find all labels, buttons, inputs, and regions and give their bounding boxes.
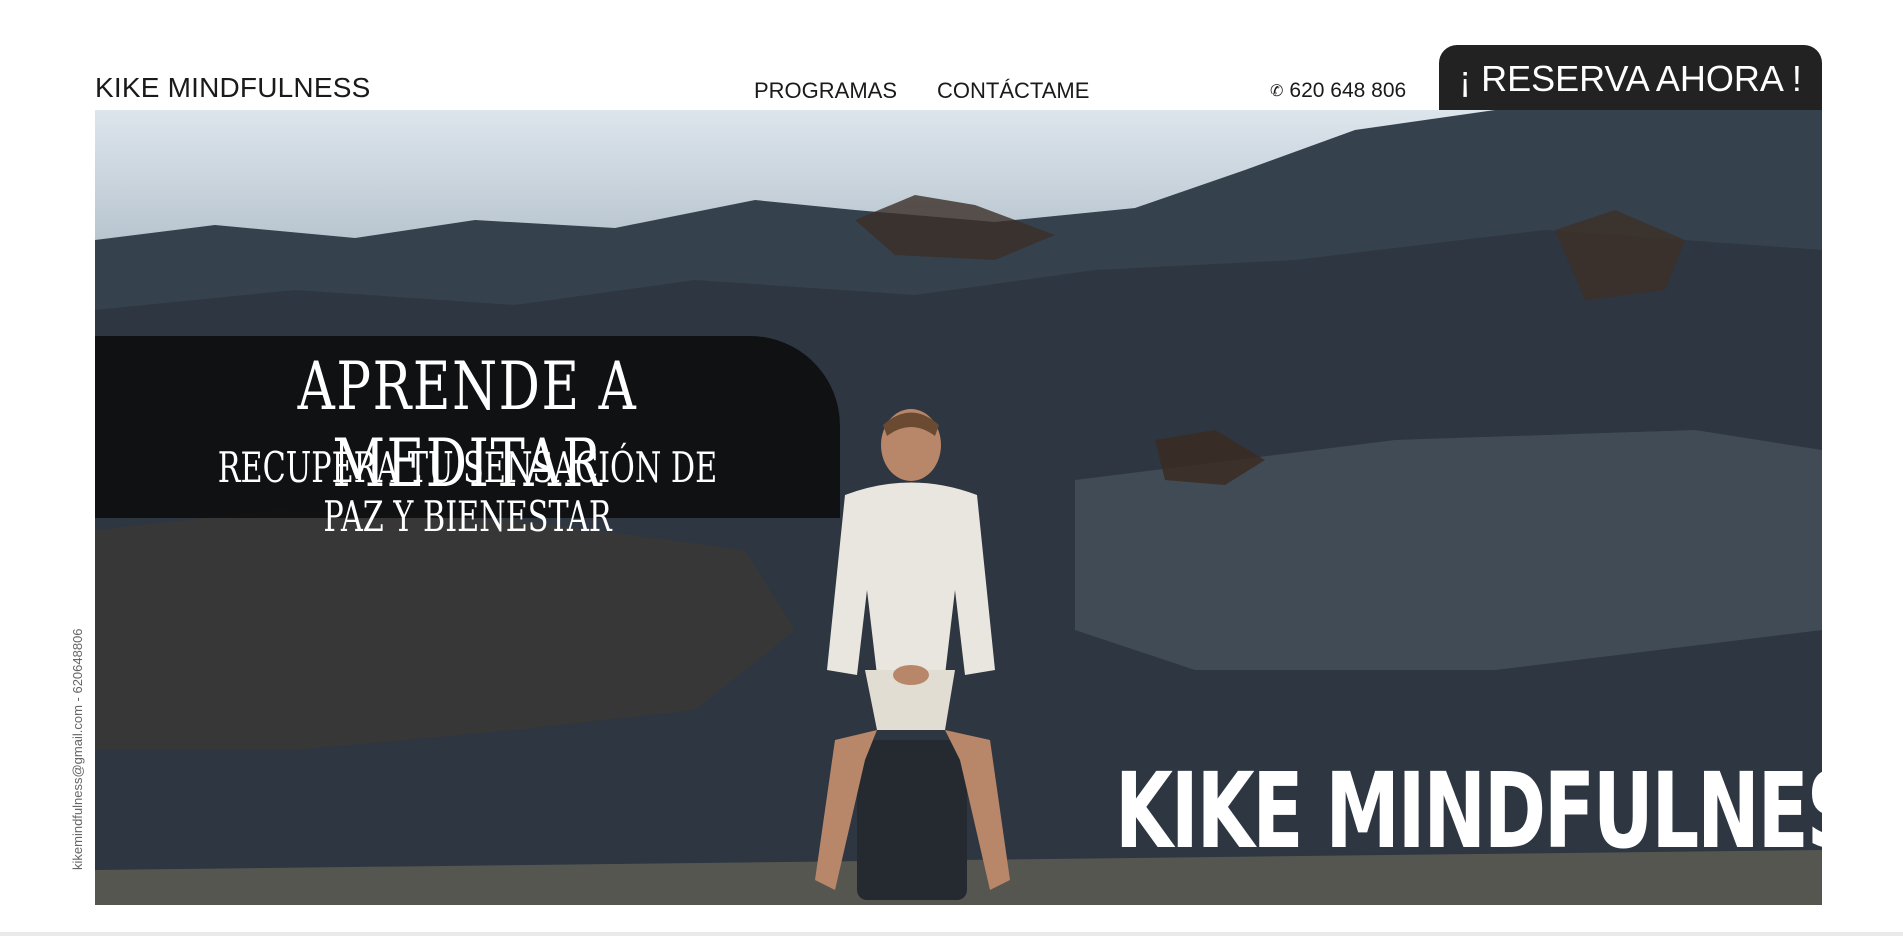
- meditating-person-illustration: [815, 409, 1010, 900]
- nav-link-programas[interactable]: PROGRAMAS: [754, 78, 897, 104]
- phone-number: 620 648 806: [1289, 79, 1407, 102]
- hero-brand-overlay: KIKE MINDFULNESS: [1115, 750, 1822, 872]
- site-header: KIKE MINDFULNESS PROGRAMAS CONTÁCTAME ✆ …: [0, 0, 1903, 110]
- hero-subtitle: RECUPERA TU SENSACIÓN DE PAZ Y BIENESTAR: [217, 443, 718, 541]
- main-nav: PROGRAMAS CONTÁCTAME: [754, 78, 1089, 104]
- whatsapp-icon: ✆: [1270, 83, 1284, 100]
- reserve-now-button[interactable]: ¡ RESERVA AHORA !: [1439, 45, 1822, 110]
- nav-link-contactame[interactable]: CONTÁCTAME: [937, 78, 1089, 104]
- phone-contact[interactable]: ✆ 620 648 806: [1270, 79, 1406, 103]
- hero-image: APRENDE A MEDITAR RECUPERA TU SENSACIÓN …: [95, 110, 1822, 905]
- site-logo-text[interactable]: KIKE MINDFULNESS: [95, 72, 370, 104]
- side-contact-text: kikemindfulness@gmail.com - 620648806: [70, 628, 85, 870]
- footer-divider: [0, 932, 1903, 936]
